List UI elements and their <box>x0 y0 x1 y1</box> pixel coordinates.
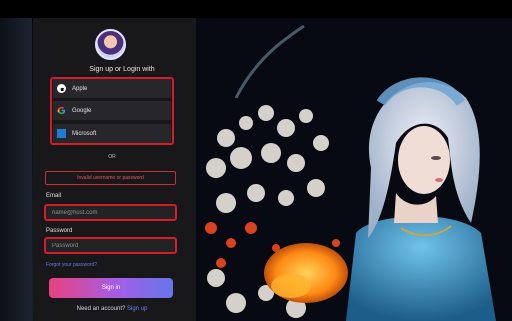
forgot-password-link[interactable]: Forgot your password? <box>46 262 97 268</box>
google-icon <box>57 106 66 115</box>
signup-row: Need an account? Sign up <box>60 306 164 312</box>
background-left-edge <box>0 18 32 321</box>
signup-link[interactable]: Sign up <box>127 306 147 312</box>
google-login-button[interactable]: Google <box>53 101 171 120</box>
brand-avatar <box>95 29 126 60</box>
email-label: Email <box>46 193 62 199</box>
or-divider: OR <box>108 154 116 160</box>
login-title: Sign up or Login with <box>89 66 155 73</box>
password-input[interactable] <box>44 237 177 254</box>
signup-prompt: Need an account? <box>76 306 126 312</box>
apple-icon <box>57 84 66 93</box>
microsoft-icon <box>57 129 66 138</box>
password-label: Password <box>46 228 73 234</box>
google-label: Google <box>72 107 92 114</box>
login-panel <box>33 18 196 321</box>
microsoft-login-button[interactable]: Microsoft <box>53 124 171 143</box>
top-bar <box>0 0 512 18</box>
microsoft-label: Microsoft <box>72 130 97 137</box>
fantasy-illustration <box>196 18 512 321</box>
sign-in-button[interactable]: Sign in <box>49 278 173 298</box>
error-message: Invalid username or password <box>45 171 176 185</box>
apple-login-button[interactable]: Apple <box>53 79 171 98</box>
apple-label: Apple <box>72 85 88 92</box>
email-input[interactable] <box>44 204 177 221</box>
